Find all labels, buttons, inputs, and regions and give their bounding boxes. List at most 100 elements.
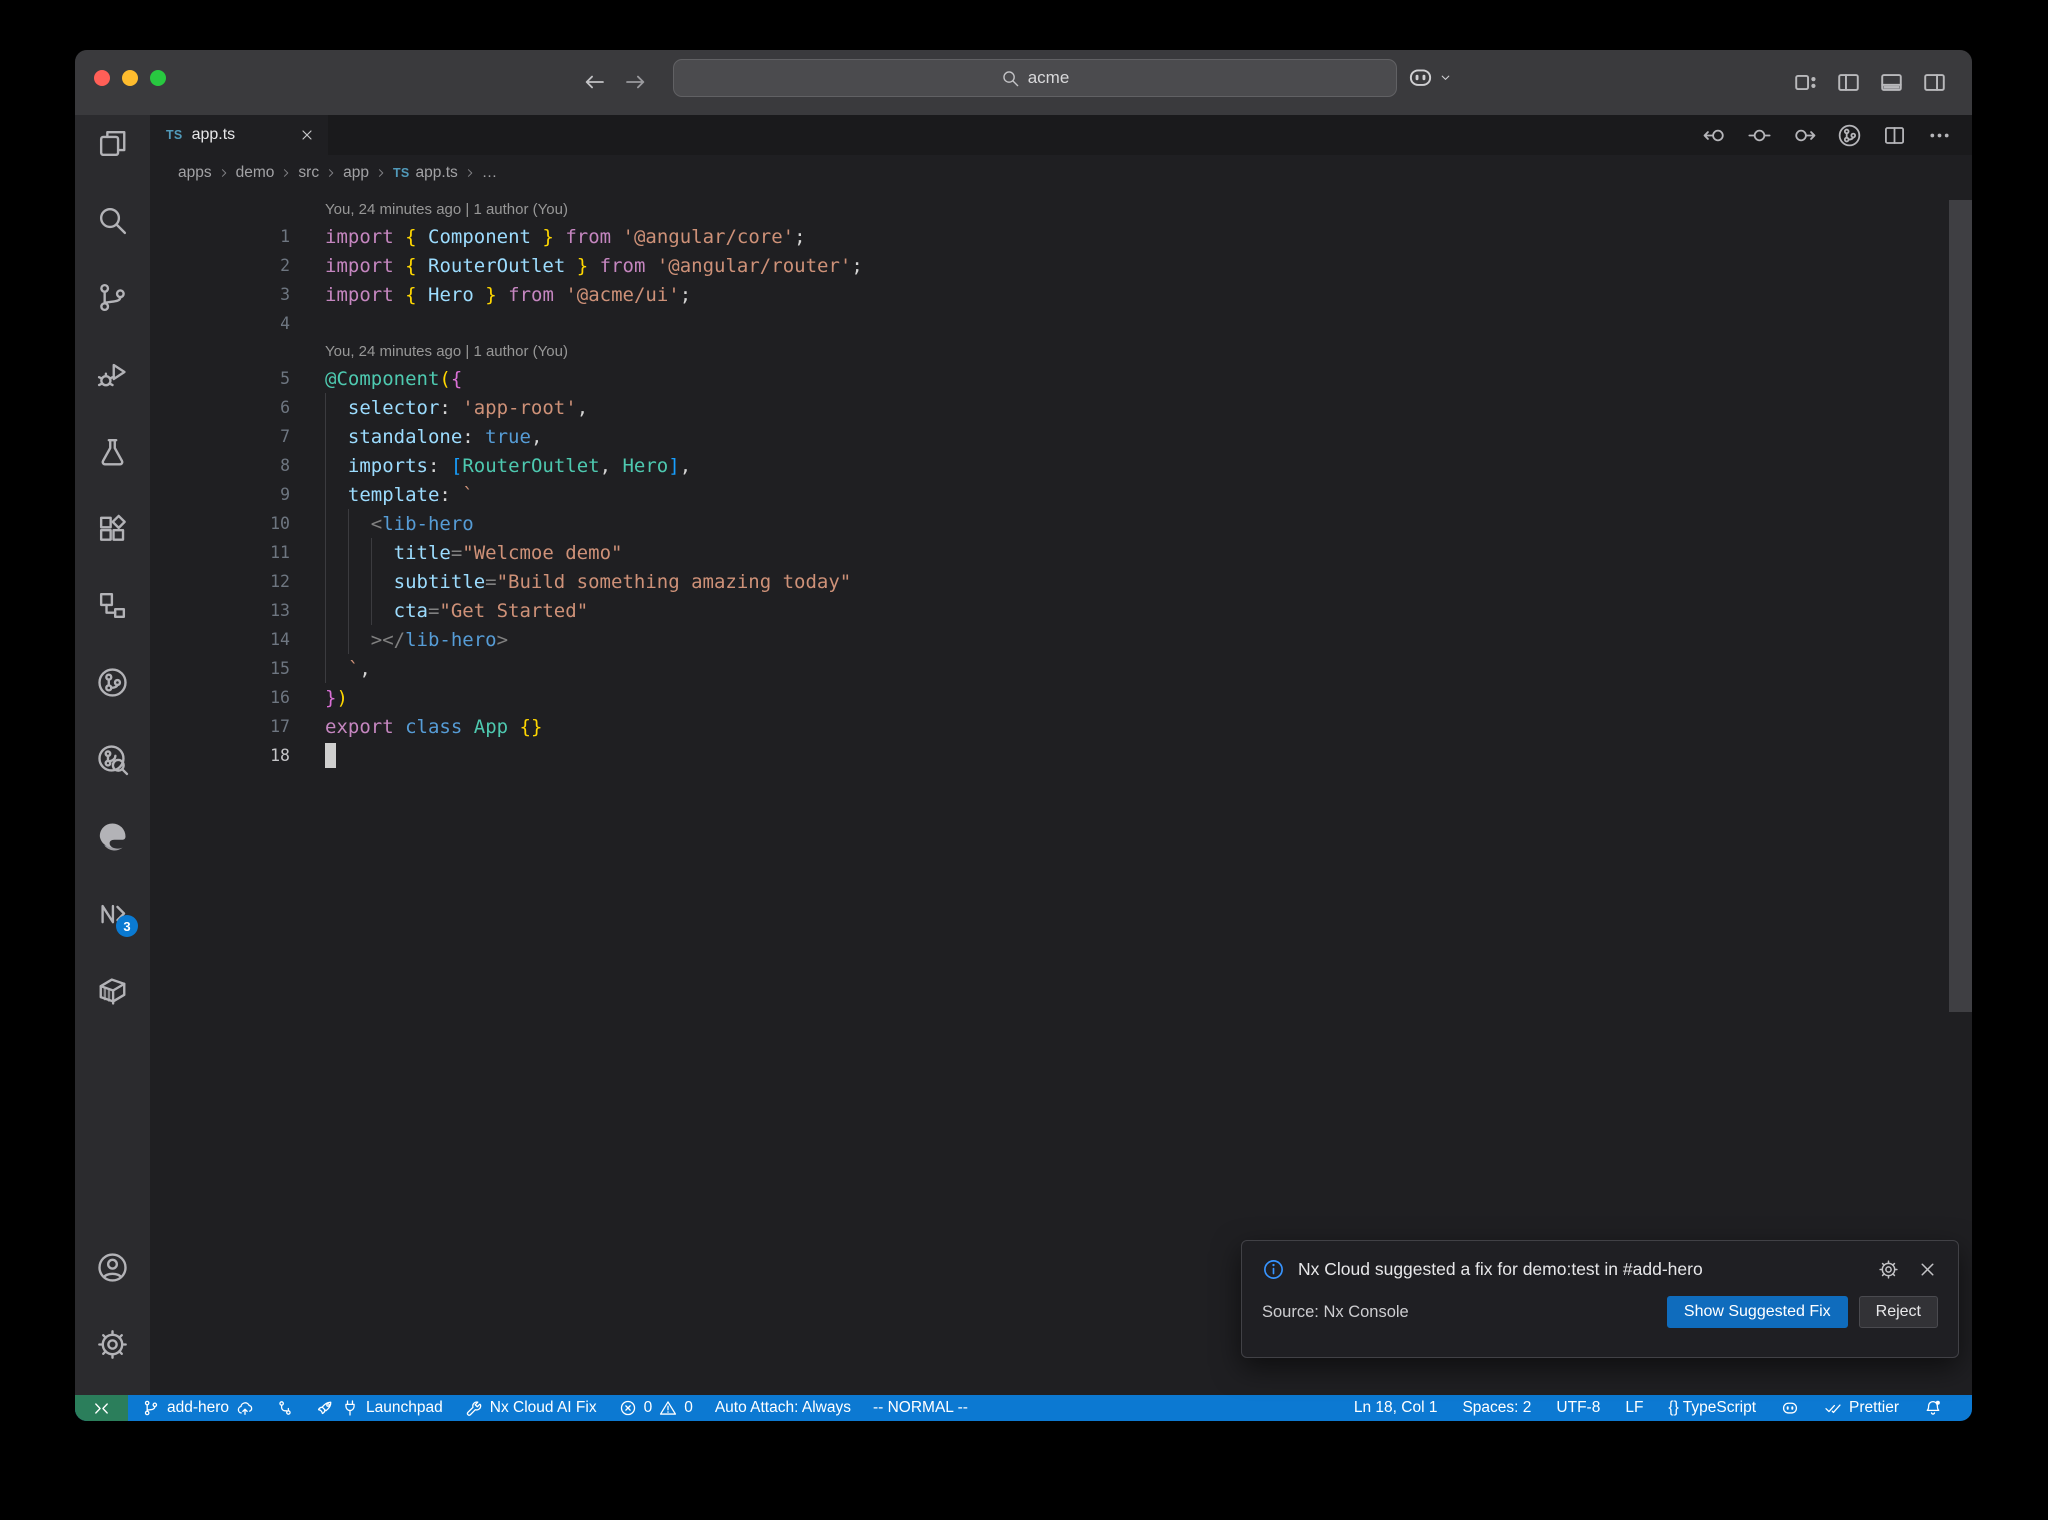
activity-type-hierarchy[interactable] [96,589,129,622]
close-tab-icon[interactable] [296,124,318,146]
gitlens-next-change-icon[interactable] [1792,123,1817,148]
activity-testing[interactable] [96,435,129,468]
breadcrumb-item-apps[interactable]: apps [178,164,212,182]
activity-nx-console[interactable]: 3 [96,897,138,937]
code-line-9: 9 template: ` [150,480,1972,509]
status-copilot-status[interactable] [1781,1399,1799,1417]
status-bar: add-hero Launchpad Nx Cloud AI Fix 0 0 Auto A… [75,1395,1972,1421]
line-number: 15 [270,659,290,678]
status-vim-mode[interactable]: -- NORMAL -- [873,1399,968,1417]
codelens-blame[interactable]: You, 24 minutes ago | 1 author (You) [150,338,1972,364]
error-icon [619,1399,637,1417]
more-actions-icon[interactable] [1927,123,1952,148]
gitlens-toggle-annotations-icon[interactable] [1747,123,1772,148]
typescript-file-icon: TS [166,128,183,142]
chevron-right-icon [279,166,293,180]
activity-gitlens[interactable] [96,666,129,699]
customize-layout-button[interactable] [1791,64,1819,100]
line-number: 14 [270,630,290,649]
typescript-file-icon: TS [392,165,410,180]
code-line-10: 10 <lib-hero [150,509,1972,538]
code-line-4: 4 [150,309,1972,338]
cloud-up-icon [236,1399,254,1417]
activity-search[interactable] [96,204,129,237]
status-auto-attach[interactable]: Auto Attach: Always [715,1399,851,1417]
status-nx-cloud-ai-fix[interactable]: Nx Cloud AI Fix [465,1399,597,1417]
gitlens-previous-change-icon[interactable] [1702,123,1727,148]
copilot-icon [1407,64,1434,91]
activity-source-control[interactable] [96,281,129,314]
status-eol-sequence[interactable]: LF [1625,1399,1643,1417]
status-branch-status[interactable]: add-hero [142,1399,254,1417]
chevron-down-icon [1438,69,1453,87]
codelens-blame[interactable]: You, 24 minutes ago | 1 author (You) [150,196,1972,222]
split-editor-icon[interactable] [1882,123,1907,148]
show-suggested-fix-button[interactable]: Show Suggested Fix [1666,1296,1848,1328]
command-center-search[interactable]: acme [673,59,1397,97]
breadcrumb-item-src[interactable]: src [298,164,319,182]
status-cursor-position[interactable]: Ln 18, Col 1 [1354,1399,1438,1417]
status-gitlens-launchpad[interactable]: Launchpad [316,1399,443,1417]
status-problems[interactable]: 00 [619,1399,693,1417]
search-value: acme [1027,68,1070,87]
code-line-13: 13 cta="Get Started" [150,596,1972,625]
reject-button[interactable]: Reject [1858,1296,1938,1328]
navigate-back-button[interactable] [578,64,610,100]
activity-containers[interactable] [96,974,129,1007]
warning-icon [659,1399,677,1417]
tab-app-ts[interactable]: TS app.ts [150,115,328,155]
line-number: 1 [280,227,290,246]
activity-gitlens-inspect[interactable] [96,743,129,776]
gitlens-file-history-icon[interactable] [1837,123,1862,148]
code-line-7: 7 standalone: true, [150,422,1972,451]
status-notifications-bell[interactable] [1924,1399,1942,1417]
line-number: 11 [270,543,290,562]
activity-settings[interactable] [96,1328,129,1361]
status-language-mode[interactable]: {} TypeScript [1668,1399,1756,1417]
line-number: 2 [280,256,290,275]
navigate-forward-button[interactable] [620,64,652,100]
info-icon [1262,1258,1285,1281]
wrench-icon [465,1399,483,1417]
close-window-button[interactable] [94,70,110,86]
remote-indicator[interactable] [75,1395,128,1421]
indent-guide [371,538,372,625]
toggle-panel-button[interactable] [1877,64,1905,100]
breadcrumb-item-[interactable]: … [482,164,498,182]
line-number: 17 [270,717,290,736]
activity-explorer[interactable] [96,127,129,160]
status-formatter-prettier[interactable]: Prettier [1824,1399,1899,1417]
activity-edge-devtools[interactable] [96,820,129,853]
code-editor[interactable]: You, 24 minutes ago | 1 author (You) 1 imp… [150,190,1972,1395]
activity-run-debug[interactable] [96,358,129,391]
status-commit-graph[interactable] [276,1399,294,1417]
editor-scrollbar[interactable] [1949,200,1972,1012]
notification-toast: Nx Cloud suggested a fix for demo:test i… [1241,1240,1959,1358]
status-encoding[interactable]: UTF-8 [1556,1399,1600,1417]
code-line-2: 2 import { RouterOutlet } from '@angular/… [150,251,1972,280]
zoom-window-button[interactable] [150,70,166,86]
breadcrumb-item-app[interactable]: app [343,164,369,182]
toggle-secondary-sidebar-button[interactable] [1920,64,1948,100]
chevron-right-icon [324,166,338,180]
status-indentation[interactable]: Spaces: 2 [1462,1399,1531,1417]
notification-close-icon[interactable] [1917,1259,1938,1280]
bell-dot-icon [1924,1399,1942,1417]
line-number: 16 [270,688,290,707]
editor-group: TS app.ts apps demo src app TS app.ts … You, 2… [150,115,1972,1395]
minimize-window-button[interactable] [122,70,138,86]
breadcrumb-item-demo[interactable]: demo [236,164,275,182]
activity-accounts[interactable] [96,1251,129,1284]
activity-extensions[interactable] [96,512,129,545]
activity-bar: 3 [75,115,150,1395]
toggle-primary-sidebar-button[interactable] [1834,64,1862,100]
breadcrumb-item-appts[interactable]: TS app.ts [393,164,458,182]
line-number: 13 [270,601,290,620]
notification-settings-gear-icon[interactable] [1878,1259,1899,1280]
copilot-menu[interactable] [1407,64,1453,91]
branch-icon [142,1399,160,1417]
code-line-18: 18 [150,741,1972,770]
chevron-right-icon [217,166,231,180]
chevron-right-icon [374,166,388,180]
code-line-6: 6 selector: 'app-root', [150,393,1972,422]
